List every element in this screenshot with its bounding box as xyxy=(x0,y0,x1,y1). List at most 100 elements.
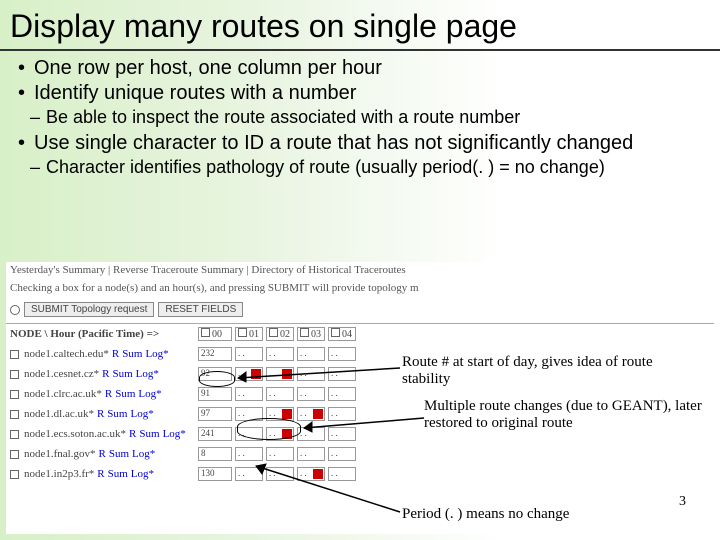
bullet-1: One row per host, one column per hour xyxy=(34,57,702,80)
screenshot-instruction: Checking a box for a node(s) and an hour… xyxy=(6,278,714,300)
hour-cell: . . xyxy=(235,387,263,401)
bullet-3-sub: Character identifies pathology of route … xyxy=(46,157,702,178)
route-start-cell: 97 xyxy=(198,407,232,421)
reset-button[interactable]: RESET FIELDS xyxy=(158,302,243,317)
hour-cell: . . xyxy=(297,407,325,421)
checkbox-icon[interactable] xyxy=(10,430,19,439)
hour-cell: . . xyxy=(328,387,356,401)
hour-cell: . . xyxy=(235,367,263,381)
link-r[interactable]: R xyxy=(102,368,109,380)
link-r[interactable]: R xyxy=(97,468,104,480)
hour-cell: . . xyxy=(297,447,325,461)
link-sum[interactable]: Sum xyxy=(122,348,142,360)
checkbox-icon[interactable] xyxy=(10,370,19,379)
link-r[interactable]: R xyxy=(98,448,105,460)
host-cell: node1.dl.ac.uk* R Sum Log* xyxy=(10,408,198,420)
hour-col-00: 00 xyxy=(198,327,232,341)
hour-cell: . . xyxy=(266,387,294,401)
hour-cell: . . xyxy=(328,467,356,481)
hour-col-02: 02 xyxy=(266,327,294,341)
route-start-cell: 92 xyxy=(198,367,232,381)
link-sum[interactable]: Sum xyxy=(107,408,127,420)
hour-cell: . . xyxy=(235,467,263,481)
host-name: node1.in2p3.fr* xyxy=(24,468,94,480)
host-name: node1.ecs.soton.ac.uk* xyxy=(24,428,126,440)
host-cell: node1.fnal.gov* R Sum Log* xyxy=(10,448,198,460)
host-cell: node1.ecs.soton.ac.uk* R Sum Log* xyxy=(10,428,198,440)
link-log[interactable]: Log* xyxy=(132,448,155,460)
link-sum[interactable]: Sum xyxy=(115,388,135,400)
hour-cell: . . xyxy=(297,427,325,441)
hour-cell: . . xyxy=(266,467,294,481)
red-box-icon xyxy=(282,369,292,379)
link-log[interactable]: Log* xyxy=(130,408,153,420)
host-name: node1.dl.ac.uk* xyxy=(24,408,94,420)
host-name: node1.clrc.ac.uk* xyxy=(24,388,102,400)
hour-col-03: 03 xyxy=(297,327,325,341)
hour-cell: . . xyxy=(328,407,356,421)
slide-title: Display many routes on single page xyxy=(0,0,720,51)
link-sum[interactable]: Sum xyxy=(109,448,129,460)
checkbox-icon[interactable] xyxy=(10,410,19,419)
red-box-icon xyxy=(313,469,323,479)
hour-cell: . . xyxy=(235,407,263,421)
table-row: node1.in2p3.fr* R Sum Log*130. .. .. .. … xyxy=(6,464,714,484)
checkbox-icon[interactable] xyxy=(10,350,19,359)
annotation-period: Period (. ) means no change xyxy=(402,506,702,523)
checkbox-icon[interactable] xyxy=(10,390,19,399)
red-box-icon xyxy=(251,369,261,379)
hour-cell: . . xyxy=(328,427,356,441)
link-log[interactable]: Log* xyxy=(145,348,168,360)
bullet-list: One row per host, one column per hour Id… xyxy=(0,51,720,184)
hour-col-01: 01 xyxy=(235,327,263,341)
page-number: 3 xyxy=(679,494,686,510)
host-name: node1.cesnet.cz* xyxy=(24,368,99,380)
hour-cell: . . xyxy=(235,347,263,361)
link-log[interactable]: Log* xyxy=(163,428,186,440)
hour-col-04: 04 xyxy=(328,327,356,341)
annotation-route-number: Route # at start of day, gives idea of r… xyxy=(402,354,692,389)
hour-cell: . . xyxy=(328,347,356,361)
red-box-icon xyxy=(313,409,323,419)
link-r[interactable]: R xyxy=(129,428,136,440)
control-row: SUBMIT Topology request RESET FIELDS xyxy=(6,300,714,323)
hour-cell: . . xyxy=(266,367,294,381)
radio-icon xyxy=(10,305,20,315)
checkbox-icon[interactable] xyxy=(10,450,19,459)
hour-cell: . . xyxy=(297,467,325,481)
hour-cell: . . xyxy=(266,347,294,361)
hour-cell: . . xyxy=(266,447,294,461)
link-sum[interactable]: Sum xyxy=(108,468,128,480)
hour-cell: . . xyxy=(297,387,325,401)
link-sum[interactable]: Sum xyxy=(139,428,159,440)
link-log[interactable]: Log* xyxy=(131,468,154,480)
bullet-2: Identify unique routes with a number xyxy=(34,82,702,105)
table-header: NODE \ Hour (Pacific Time) => 00 01 02 0… xyxy=(6,323,714,344)
hour-cell: . . xyxy=(328,367,356,381)
checkbox-icon[interactable] xyxy=(10,470,19,479)
hour-cell: . . xyxy=(235,447,263,461)
host-name: node1.fnal.gov* xyxy=(24,448,95,460)
submit-button[interactable]: SUBMIT Topology request xyxy=(24,302,154,317)
link-r[interactable]: R xyxy=(112,348,119,360)
host-cell: node1.cesnet.cz* R Sum Log* xyxy=(10,368,198,380)
link-r[interactable]: R xyxy=(97,408,104,420)
hour-cell: . . xyxy=(266,407,294,421)
annotation-route-changes: Multiple route changes (due to GEANT), l… xyxy=(424,398,704,433)
route-start-cell: 241 xyxy=(198,427,232,441)
bullet-3: Use single character to ID a route that … xyxy=(34,132,702,155)
link-log[interactable]: Log* xyxy=(136,368,159,380)
node-hour-header: NODE \ Hour (Pacific Time) => xyxy=(10,328,198,340)
link-sum[interactable]: Sum xyxy=(112,368,132,380)
route-start-cell: 91 xyxy=(198,387,232,401)
host-cell: node1.clrc.ac.uk* R Sum Log* xyxy=(10,388,198,400)
hour-cell: . . xyxy=(297,367,325,381)
host-cell: node1.caltech.edu* R Sum Log* xyxy=(10,348,198,360)
hour-cell: . . xyxy=(328,447,356,461)
link-log[interactable]: Log* xyxy=(138,388,161,400)
bullet-2-sub: Be able to inspect the route associated … xyxy=(46,107,702,128)
red-box-icon xyxy=(282,429,292,439)
route-start-cell: 8 xyxy=(198,447,232,461)
hour-cell: . . xyxy=(297,347,325,361)
link-r[interactable]: R xyxy=(105,388,112,400)
